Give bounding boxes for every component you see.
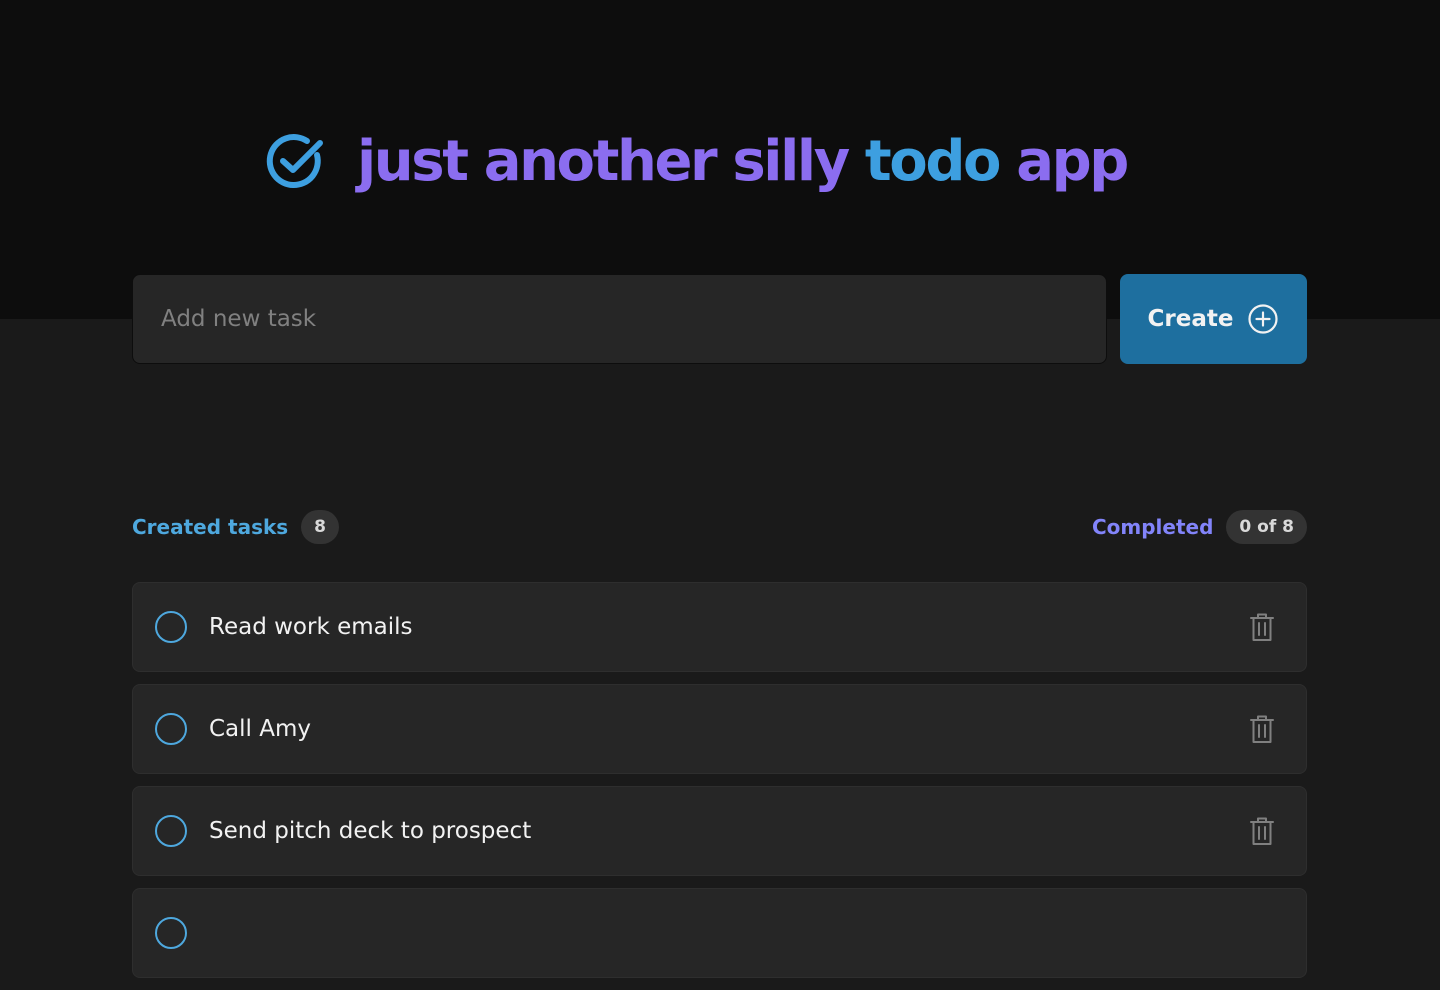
completed-tasks-label: Completed <box>1091 515 1214 539</box>
task-text: Read work emails <box>209 614 413 640</box>
task-checkbox[interactable] <box>155 611 187 643</box>
task-item: Read work emails <box>132 582 1307 672</box>
header: just another silly todo app <box>0 0 1440 319</box>
plus-circle-icon <box>1247 303 1279 335</box>
title-word: todo <box>864 129 1002 194</box>
new-task-field[interactable] <box>132 274 1107 364</box>
create-button[interactable]: Create <box>1120 274 1307 364</box>
title-word: silly <box>732 129 850 194</box>
title-word: just <box>357 129 469 194</box>
trash-icon[interactable] <box>1242 811 1282 851</box>
task-item: Call Amy <box>132 684 1307 774</box>
trash-icon[interactable] <box>1242 709 1282 749</box>
app-title: just another silly todo app <box>357 122 1129 202</box>
task-stats: Created tasks 8 Completed 0 of 8 <box>132 508 1307 546</box>
new-task-input[interactable] <box>159 275 1106 363</box>
created-tasks-label: Created tasks <box>132 515 289 539</box>
task-item <box>132 888 1307 978</box>
task-text: Call Amy <box>209 716 311 742</box>
brand: just another silly todo app <box>265 122 1129 202</box>
create-button-label: Create <box>1147 306 1234 332</box>
trash-icon[interactable] <box>1242 607 1282 647</box>
task-item: Send pitch deck to prospect <box>132 786 1307 876</box>
created-tasks-count: 8 <box>301 510 340 544</box>
task-text: Send pitch deck to prospect <box>209 818 532 844</box>
task-checkbox[interactable] <box>155 713 187 745</box>
check-circle-icon <box>265 131 327 193</box>
task-checkbox[interactable] <box>155 815 187 847</box>
completed-tasks-stat: Completed 0 of 8 <box>1092 510 1307 544</box>
created-tasks-stat: Created tasks 8 <box>132 510 340 544</box>
task-list: Read work emails Call Amy Send pitch dec… <box>132 582 1307 990</box>
task-checkbox[interactable] <box>155 917 187 949</box>
completed-tasks-count: 0 of 8 <box>1226 510 1307 544</box>
title-word: another <box>483 129 718 194</box>
title-word: app <box>1016 129 1129 194</box>
